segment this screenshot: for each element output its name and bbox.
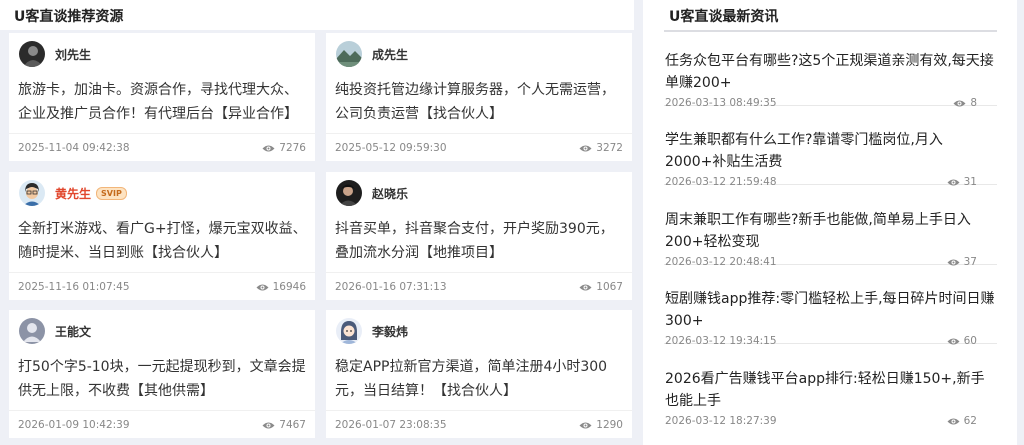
card-views: 16946	[256, 281, 306, 293]
eye-icon	[947, 259, 960, 265]
avatar-dark-portrait-icon[interactable]	[336, 180, 362, 206]
resource-card-wang[interactable]: 王能文 打50个字5-10块，一元起提现秒到，文章会提供无上限，不收费【其他供需…	[9, 310, 315, 438]
card-footer: 2026-01-07 23:08:35 1290	[326, 410, 632, 438]
author-name[interactable]: 李毅炜	[372, 323, 408, 340]
news-title-link[interactable]: 周末兼职工作有哪些?新手也能做,简单易上手日入200+轻松变现	[665, 209, 996, 253]
view-count: 7276	[279, 142, 306, 154]
card-date: 2025-11-16 01:07:45	[18, 281, 130, 293]
card-footer: 2025-11-16 01:07:45 16946	[9, 272, 315, 300]
news-item[interactable]: 周末兼职工作有哪些?新手也能做,简单易上手日入200+轻松变现 2026-03-…	[664, 195, 997, 268]
latest-news-panel: U客直谈最新资讯 任务众包平台有哪些?这5个正规渠道亲测有效,每天接单赚200+…	[643, 0, 1017, 445]
card-author[interactable]: 成先生	[336, 41, 408, 67]
title-divider	[664, 30, 997, 32]
card-date: 2026-01-09 10:42:39	[18, 419, 130, 431]
author-name[interactable]: 成先生	[372, 46, 408, 63]
news-views: 37	[947, 256, 977, 268]
resource-card-zhao[interactable]: 赵晓乐 抖音买单，抖音聚合支付，开户奖励390元，叠加流水分润【地推项目】 20…	[326, 172, 632, 300]
card-date: 2026-01-16 07:31:13	[335, 281, 447, 293]
card-content[interactable]: 全新打米游戏、看广G+打怪，爆元宝双收益、随时提米、当日到账【找合伙人】	[18, 217, 310, 265]
news-title-link[interactable]: 学生兼职都有什么工作?靠谱零门槛岗位,月入2000+补贴生活费	[665, 129, 996, 173]
view-count: 1290	[596, 419, 623, 431]
card-footer: 2025-11-04 09:42:38 7276	[9, 133, 315, 161]
card-author[interactable]: 王能文	[19, 318, 91, 344]
card-author[interactable]: 李毅炜	[336, 318, 408, 344]
card-content[interactable]: 稳定APP拉新官方渠道，简单注册4小时300元，当日结算！【找合伙人】	[335, 355, 627, 403]
resource-card-cheng[interactable]: 成先生 纯投资托管边缘计算服务器，个人无需运营，公司负责运营【找合伙人】 202…	[326, 33, 632, 161]
resource-card-li[interactable]: 李毅炜 稳定APP拉新官方渠道，简单注册4小时300元，当日结算！【找合伙人】 …	[326, 310, 632, 438]
card-footer: 2026-01-09 10:42:39 7467	[9, 410, 315, 438]
news-date: 2026-03-12 19:34:15	[665, 335, 777, 347]
card-content[interactable]: 抖音买单，抖音聚合支付，开户奖励390元，叠加流水分润【地推项目】	[335, 217, 627, 265]
page-margin	[1017, 0, 1024, 445]
eye-icon	[953, 100, 966, 106]
card-footer: 2025-05-12 09:59:30 3272	[326, 133, 632, 161]
eye-icon	[579, 422, 592, 428]
card-author[interactable]: 赵晓乐	[336, 180, 408, 206]
card-views: 1067	[579, 281, 623, 293]
card-content[interactable]: 打50个字5-10块，一元起提现秒到，文章会提供无上限，不收费【其他供需】	[18, 355, 310, 403]
news-views: 62	[947, 415, 977, 427]
view-count: 7467	[279, 419, 306, 431]
news-date: 2026-03-13 08:49:35	[665, 97, 777, 109]
author-name[interactable]: 刘先生	[55, 46, 91, 63]
card-date: 2026-01-07 23:08:35	[335, 419, 447, 431]
latest-news-title: U客直谈最新资讯	[669, 9, 779, 25]
news-title-link[interactable]: 短剧赚钱app推荐:零门槛轻松上手,每日碎片时间日赚300+	[665, 288, 996, 332]
eye-icon	[579, 284, 592, 290]
news-item[interactable]: 短剧赚钱app推荐:零门槛轻松上手,每日碎片时间日赚300+ 2026-03-1…	[664, 274, 997, 347]
card-author[interactable]: 刘先生	[19, 41, 91, 67]
card-author[interactable]: 黄先生 SVIP	[19, 180, 127, 206]
eye-icon	[262, 422, 275, 428]
avatar-default-user-icon[interactable]	[19, 318, 45, 344]
eye-icon	[947, 179, 960, 185]
card-views: 7467	[262, 419, 306, 431]
avatar-dark-portrait-icon[interactable]	[19, 41, 45, 67]
news-date: 2026-03-12 18:27:39	[665, 415, 777, 427]
view-count: 8	[970, 97, 977, 109]
card-footer: 2026-01-16 07:31:13 1067	[326, 272, 632, 300]
view-count: 37	[963, 256, 977, 268]
card-views: 7276	[262, 142, 306, 154]
eye-icon	[262, 145, 275, 151]
svip-badge: SVIP	[96, 186, 127, 200]
news-item[interactable]: 任务众包平台有哪些?这5个正规渠道亲测有效,每天接单赚200+ 2026-03-…	[664, 36, 997, 109]
card-views: 3272	[579, 142, 623, 154]
resource-card-liu[interactable]: 刘先生 旅游卡，加油卡。资源合作，寻找代理大众、企业及推广员合作！有代理后台【异…	[9, 33, 315, 161]
news-views: 8	[953, 97, 977, 109]
card-content[interactable]: 旅游卡，加油卡。资源合作，寻找代理大众、企业及推广员合作！有代理后台【异业合作】	[18, 78, 310, 126]
view-count: 62	[963, 415, 977, 427]
avatar-cartoon-man-icon[interactable]	[19, 180, 45, 206]
recommended-resources-title: U客直谈推荐资源	[14, 9, 124, 25]
resource-card-huang[interactable]: 黄先生 SVIP 全新打米游戏、看广G+打怪，爆元宝双收益、随时提米、当日到账【…	[9, 172, 315, 300]
eye-icon	[579, 145, 592, 151]
card-date: 2025-11-04 09:42:38	[18, 142, 130, 154]
news-date: 2026-03-12 21:59:48	[665, 176, 777, 188]
news-date: 2026-03-12 20:48:41	[665, 256, 777, 268]
news-title-link[interactable]: 任务众包平台有哪些?这5个正规渠道亲测有效,每天接单赚200+	[665, 50, 996, 94]
recommended-resources-header: U客直谈推荐资源	[0, 0, 634, 30]
author-name[interactable]: 赵晓乐	[372, 185, 408, 202]
avatar-anime-girl-icon[interactable]	[336, 318, 362, 344]
eye-icon	[947, 418, 960, 424]
author-name[interactable]: 黄先生	[55, 185, 91, 202]
author-name[interactable]: 王能文	[55, 323, 91, 340]
news-item[interactable]: 学生兼职都有什么工作?靠谱零门槛岗位,月入2000+补贴生活费 2026-03-…	[664, 115, 997, 188]
view-count: 3272	[596, 142, 623, 154]
view-count: 60	[963, 335, 977, 347]
view-count: 1067	[596, 281, 623, 293]
news-views: 60	[947, 335, 977, 347]
news-title-link[interactable]: 2026看广告赚钱平台app排行:轻松日赚150+,新手也能上手	[665, 368, 996, 412]
view-count: 31	[963, 176, 977, 188]
avatar-landscape-photo-icon[interactable]	[336, 41, 362, 67]
card-views: 1290	[579, 419, 623, 431]
eye-icon	[947, 338, 960, 344]
card-date: 2025-05-12 09:59:30	[335, 142, 447, 154]
news-views: 31	[947, 176, 977, 188]
eye-icon	[256, 284, 269, 290]
news-item[interactable]: 2026看广告赚钱平台app排行:轻松日赚150+,新手也能上手 2026-03…	[664, 354, 997, 427]
recommended-resources-panel: U客直谈推荐资源 刘先生 旅游卡，加油卡。资源合作，寻找代理大众、企业及推广员合…	[0, 0, 643, 445]
card-content[interactable]: 纯投资托管边缘计算服务器，个人无需运营，公司负责运营【找合伙人】	[335, 78, 627, 126]
view-count: 16946	[272, 281, 306, 293]
